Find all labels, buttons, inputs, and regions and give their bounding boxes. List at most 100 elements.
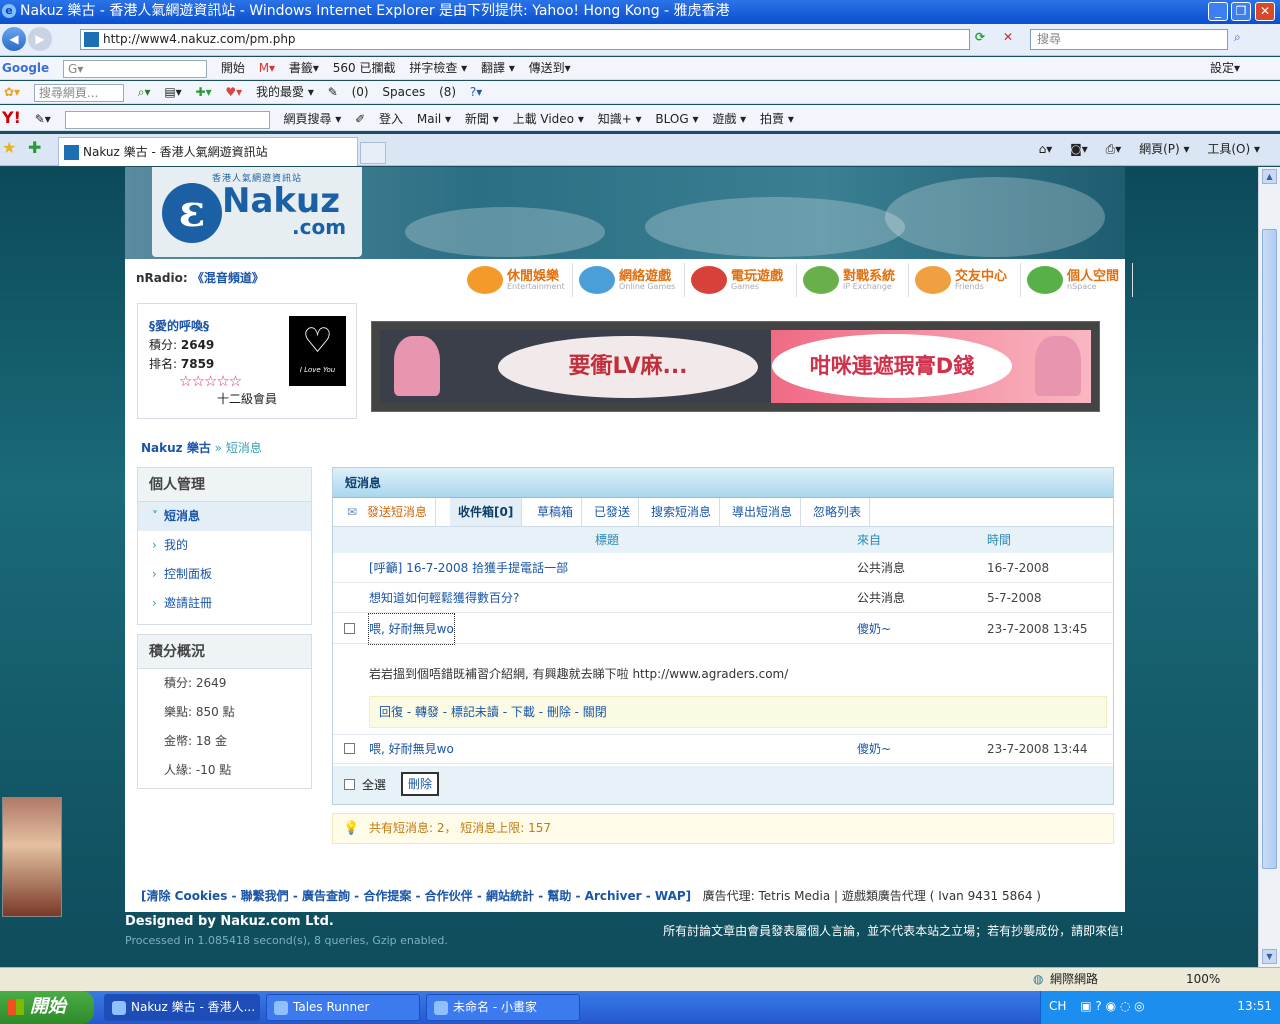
google-start[interactable]: 開始: [221, 57, 245, 79]
task-ie[interactable]: Nakuz 樂古 - 香港人...: [104, 994, 260, 1021]
tab-ignore-list[interactable]: 忽略列表: [805, 498, 871, 526]
tray-icons[interactable]: ▣ ? ◉ ◌ ◎: [1080, 999, 1144, 1013]
tab-active[interactable]: Nakuz 樂古 - 香港人氣網遊資訊站: [58, 137, 358, 166]
sidebar-item-control-panel[interactable]: 控制面板: [138, 560, 311, 589]
add-favorites-icon[interactable]: ✚: [28, 138, 41, 157]
search-icon[interactable]: ⌕▾: [138, 81, 151, 103]
pm-subject[interactable]: 想知道如何輕鬆獲得數百分?: [369, 583, 519, 613]
select-all-label[interactable]: 全選: [362, 766, 386, 804]
maximize-button[interactable]: ❐: [1231, 2, 1251, 21]
vertical-scrollbar[interactable]: ▲ ▼: [1258, 167, 1280, 967]
pen-icon[interactable]: ✎: [328, 81, 338, 103]
url-input[interactable]: http://www4.nakuz.com/pm.php: [80, 29, 970, 50]
row-checkbox[interactable]: [344, 623, 355, 634]
scroll-down-icon[interactable]: ▼: [1262, 949, 1277, 964]
mail-button[interactable]: Mail ▾: [417, 106, 451, 130]
language-indicator[interactable]: CH: [1049, 999, 1066, 1013]
translate-button[interactable]: 翻譯 ▾: [481, 57, 515, 79]
google-search-input[interactable]: G▾: [63, 59, 208, 78]
gmail-icon[interactable]: M▾: [259, 57, 275, 79]
settings-button[interactable]: 設定▾: [1210, 57, 1240, 79]
pm-subject[interactable]: 喂, 好耐無見wo: [369, 734, 454, 764]
pm-subject[interactable]: 喂, 好耐無見wo: [368, 613, 455, 645]
blog-button[interactable]: BLOG ▾: [655, 106, 698, 130]
spaces-button[interactable]: Spaces: [382, 81, 425, 103]
web-search-button[interactable]: 網頁搜尋 ▾: [283, 106, 341, 130]
tab-export-pm[interactable]: 導出短消息: [724, 498, 802, 526]
table-row[interactable]: 喂, 好耐無見wo 傻奶~ 23-7-2008 13:45: [333, 613, 1113, 645]
mail-count[interactable]: (0): [352, 81, 369, 103]
task-paint[interactable]: 未命名 - 小畫家: [426, 994, 580, 1021]
favorites-button[interactable]: 我的最愛 ▾: [256, 81, 314, 103]
games-button[interactable]: 遊戲 ▾: [712, 106, 746, 130]
yahoo-web-search-input[interactable]: [64, 110, 270, 129]
minimize-button[interactable]: _: [1208, 2, 1228, 21]
home-icon[interactable]: ⌂▾: [1039, 142, 1053, 156]
category-nav-item[interactable]: 休閒娛樂 Entertainment: [463, 263, 573, 297]
avatar[interactable]: ♡ I Love You: [289, 316, 346, 386]
refresh-icon[interactable]: ⟳: [975, 30, 985, 44]
category-nav-item[interactable]: 對戰系統 IP Exchange: [799, 263, 909, 297]
upload-video-button[interactable]: 上載 Video ▾: [513, 106, 584, 130]
login-button[interactable]: 登入: [379, 106, 403, 130]
scroll-up-icon[interactable]: ▲: [1262, 169, 1277, 184]
sidebar-item-invite[interactable]: 邀請註冊: [138, 589, 311, 618]
auction-button[interactable]: 拍賣 ▾: [760, 106, 794, 130]
news-button[interactable]: 新聞 ▾: [465, 106, 499, 130]
clock[interactable]: 13:51: [1237, 991, 1272, 1022]
category-nav-item[interactable]: 個人空間 nSpace: [1023, 263, 1133, 297]
pm-subject[interactable]: [呼籲] 16-7-2008 拾獲手提電話一部: [369, 553, 568, 583]
yahoo-search-input[interactable]: 搜尋網頁...: [33, 83, 124, 102]
zoom-level[interactable]: 100%: [1186, 968, 1220, 990]
side-character-ad[interactable]: [2, 797, 62, 917]
banner-ad[interactable]: 要衝LV麻... 咁咪連遮瑕膏D錢: [371, 321, 1100, 412]
delete-button[interactable]: 刪除: [401, 772, 439, 796]
help-icon[interactable]: ?▾: [470, 81, 482, 103]
tab-drafts[interactable]: 草稿箱: [529, 498, 583, 526]
tab-inbox[interactable]: 收件箱[0]: [450, 498, 523, 526]
search-input[interactable]: 搜尋: [1030, 29, 1228, 50]
site-logo[interactable]: 香港人氣網遊資訊站 ε Nakuz .com: [152, 167, 362, 257]
heart-icon[interactable]: ♥▾: [225, 81, 242, 103]
messenger-count[interactable]: (8): [439, 81, 456, 103]
breadcrumb-root[interactable]: Nakuz 樂古: [141, 441, 211, 455]
pm-from[interactable]: 傻奶~: [857, 734, 891, 764]
bookmarks-button[interactable]: 書籤▾: [289, 57, 319, 79]
popup-blocked[interactable]: 560 已攔截: [333, 57, 396, 79]
highlight-icon[interactable]: ✐: [355, 106, 365, 130]
page-menu[interactable]: 網頁(P) ▾: [1139, 142, 1189, 156]
back-button[interactable]: ◀: [2, 27, 26, 51]
tab-search-pm[interactable]: 搜索短消息: [643, 498, 721, 526]
start-button[interactable]: 開始: [0, 991, 94, 1024]
category-nav-item[interactable]: 交友中心 Friends: [911, 263, 1021, 297]
search-icon[interactable]: ⌕: [1234, 30, 1241, 45]
sidebar-item-my[interactable]: 我的: [138, 531, 311, 560]
pm-message-actions[interactable]: 回復 - 轉發 - 標記未讀 - 下載 - 刪除 - 關閉: [369, 696, 1107, 728]
tab-send-pm[interactable]: 發送短消息: [333, 498, 437, 526]
yahoo-logo[interactable]: Y!: [2, 105, 21, 130]
task-tales-runner[interactable]: Tales Runner: [266, 994, 420, 1021]
knowledge-button[interactable]: 知識+ ▾: [598, 106, 642, 130]
sidebar-item-pm[interactable]: 短消息: [138, 502, 311, 531]
sendto-button[interactable]: 傳送到▾: [529, 57, 571, 79]
username[interactable]: §愛的呼喚§: [149, 317, 209, 334]
select-all-checkbox[interactable]: [344, 779, 355, 790]
rss-icon[interactable]: ◙▾: [1070, 142, 1088, 156]
table-row[interactable]: 想知道如何輕鬆獲得數百分? 公共消息 5-7-2008: [333, 583, 1113, 613]
print-icon[interactable]: ⎙▾: [1106, 142, 1122, 156]
stop-icon[interactable]: ✕: [1003, 30, 1013, 44]
forward-button[interactable]: ▶: [28, 27, 52, 51]
add-icon[interactable]: ✚▾: [196, 81, 212, 103]
pm-from[interactable]: 傻奶~: [857, 614, 891, 644]
table-row[interactable]: [呼籲] 16-7-2008 拾獲手提電話一部 公共消息 16-7-2008: [333, 553, 1113, 583]
nradio-link[interactable]: 《混音頻道》: [192, 271, 264, 285]
windows-live-icon[interactable]: ✿▾: [4, 81, 20, 103]
close-button[interactable]: ✕: [1255, 2, 1275, 21]
footer-link-list[interactable]: [清除 Cookies - 聯繫我們 - 廣告查詢 - 合作提案 - 合作伙伴 …: [141, 889, 691, 903]
category-nav-item[interactable]: 網絡遊戲 Online Games: [575, 263, 685, 297]
pencil-icon[interactable]: ✎▾: [35, 106, 51, 130]
new-tab-button[interactable]: [360, 142, 386, 164]
row-checkbox[interactable]: [344, 743, 355, 754]
tools-menu[interactable]: 工具(O) ▾: [1207, 142, 1260, 156]
category-nav-item[interactable]: 電玩遊戲 Games: [687, 263, 797, 297]
